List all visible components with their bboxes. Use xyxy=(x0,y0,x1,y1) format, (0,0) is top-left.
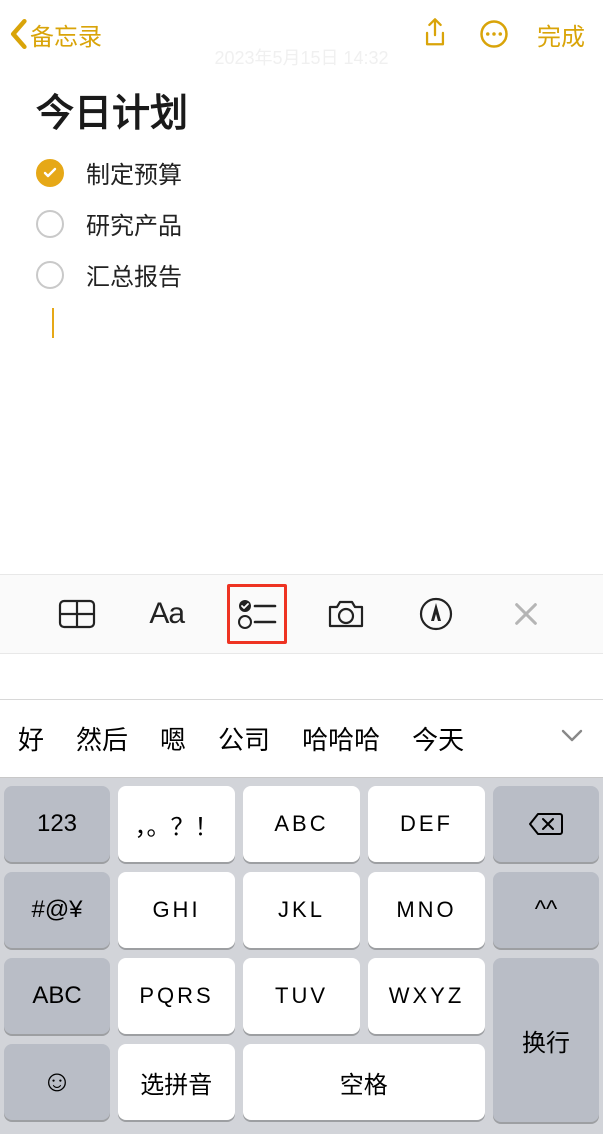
candidate-word[interactable]: 哈哈哈 xyxy=(302,720,380,757)
key-123[interactable]: 123 xyxy=(4,786,110,862)
note-title[interactable]: 今日计划 xyxy=(36,82,567,137)
key-wxyz[interactable]: WXYZ xyxy=(368,958,485,1034)
markup-icon xyxy=(419,597,453,631)
key-pqrs[interactable]: PQRS xyxy=(118,958,235,1034)
candidate-expand-button[interactable] xyxy=(545,729,599,748)
checklist-item-text[interactable]: 制定预算 xyxy=(86,155,182,190)
checkbox-checked-icon[interactable] xyxy=(36,159,64,187)
checklist-item-text[interactable]: 汇总报告 xyxy=(86,257,182,292)
emoji-icon: ☺ xyxy=(42,1065,73,1099)
key-tuv[interactable]: TUV xyxy=(243,958,360,1034)
note-body[interactable]: 今日计划 制定预算研究产品汇总报告 xyxy=(0,68,603,338)
key-def[interactable]: DEF xyxy=(368,786,485,862)
camera-icon xyxy=(326,598,366,630)
checklist-icon xyxy=(237,597,277,631)
key-symbols[interactable]: #@¥ xyxy=(4,872,110,948)
key-jkl[interactable]: JKL xyxy=(243,872,360,948)
key-ghi[interactable]: GHI xyxy=(118,872,235,948)
key-emoji[interactable]: ☺ xyxy=(4,1044,110,1120)
text-cursor xyxy=(52,308,54,338)
aa-icon: Aa xyxy=(149,597,184,631)
checklist-item[interactable]: 制定预算 xyxy=(36,155,567,190)
close-toolbar-button[interactable] xyxy=(496,584,556,644)
format-toolbar: Aa xyxy=(0,574,603,654)
text-format-button[interactable]: Aa xyxy=(137,584,197,644)
backspace-icon xyxy=(528,811,564,837)
chevron-down-icon xyxy=(561,729,583,743)
checklist-item[interactable]: 汇总报告 xyxy=(36,257,567,292)
checklist-item[interactable]: 研究产品 xyxy=(36,206,567,241)
camera-button[interactable] xyxy=(316,584,376,644)
table-icon xyxy=(58,599,96,629)
candidate-word[interactable]: 好 xyxy=(18,720,44,757)
candidate-word[interactable]: 嗯 xyxy=(160,720,186,757)
close-icon xyxy=(512,600,540,628)
key-punct[interactable]: ，。？！ xyxy=(118,786,235,862)
key-mno[interactable]: MNO xyxy=(368,872,485,948)
key-abc-mode[interactable]: ABC xyxy=(4,958,110,1034)
keyboard: 好然后嗯公司哈哈哈今天 123 ，。？！ ABC DEF #@¥ GHI JKL… xyxy=(0,654,603,1134)
key-abc[interactable]: ABC xyxy=(243,786,360,862)
checkbox-empty-icon[interactable] xyxy=(36,210,64,238)
key-backspace[interactable] xyxy=(493,786,599,862)
key-space[interactable]: 空格 xyxy=(243,1044,485,1120)
key-pinyin[interactable]: 选拼音 xyxy=(118,1044,235,1120)
candidate-bar: 好然后嗯公司哈哈哈今天 xyxy=(0,700,603,778)
checkbox-empty-icon[interactable] xyxy=(36,261,64,289)
candidate-word[interactable]: 公司 xyxy=(218,720,270,757)
keyboard-accessory xyxy=(0,654,603,700)
candidate-word[interactable]: 今天 xyxy=(412,720,464,757)
table-button[interactable] xyxy=(47,584,107,644)
candidate-word[interactable]: 然后 xyxy=(76,720,128,757)
checklist-button[interactable] xyxy=(227,584,287,644)
key-enter[interactable]: 换行 xyxy=(493,958,599,1122)
note-timestamp: 2023年5月15日 14:32 xyxy=(0,44,603,70)
key-grid: 123 ，。？！ ABC DEF #@¥ GHI JKL MNO ^^ ABC … xyxy=(0,778,603,1138)
checklist-item-text[interactable]: 研究产品 xyxy=(86,206,182,241)
key-face[interactable]: ^^ xyxy=(493,872,599,948)
markup-button[interactable] xyxy=(406,584,466,644)
